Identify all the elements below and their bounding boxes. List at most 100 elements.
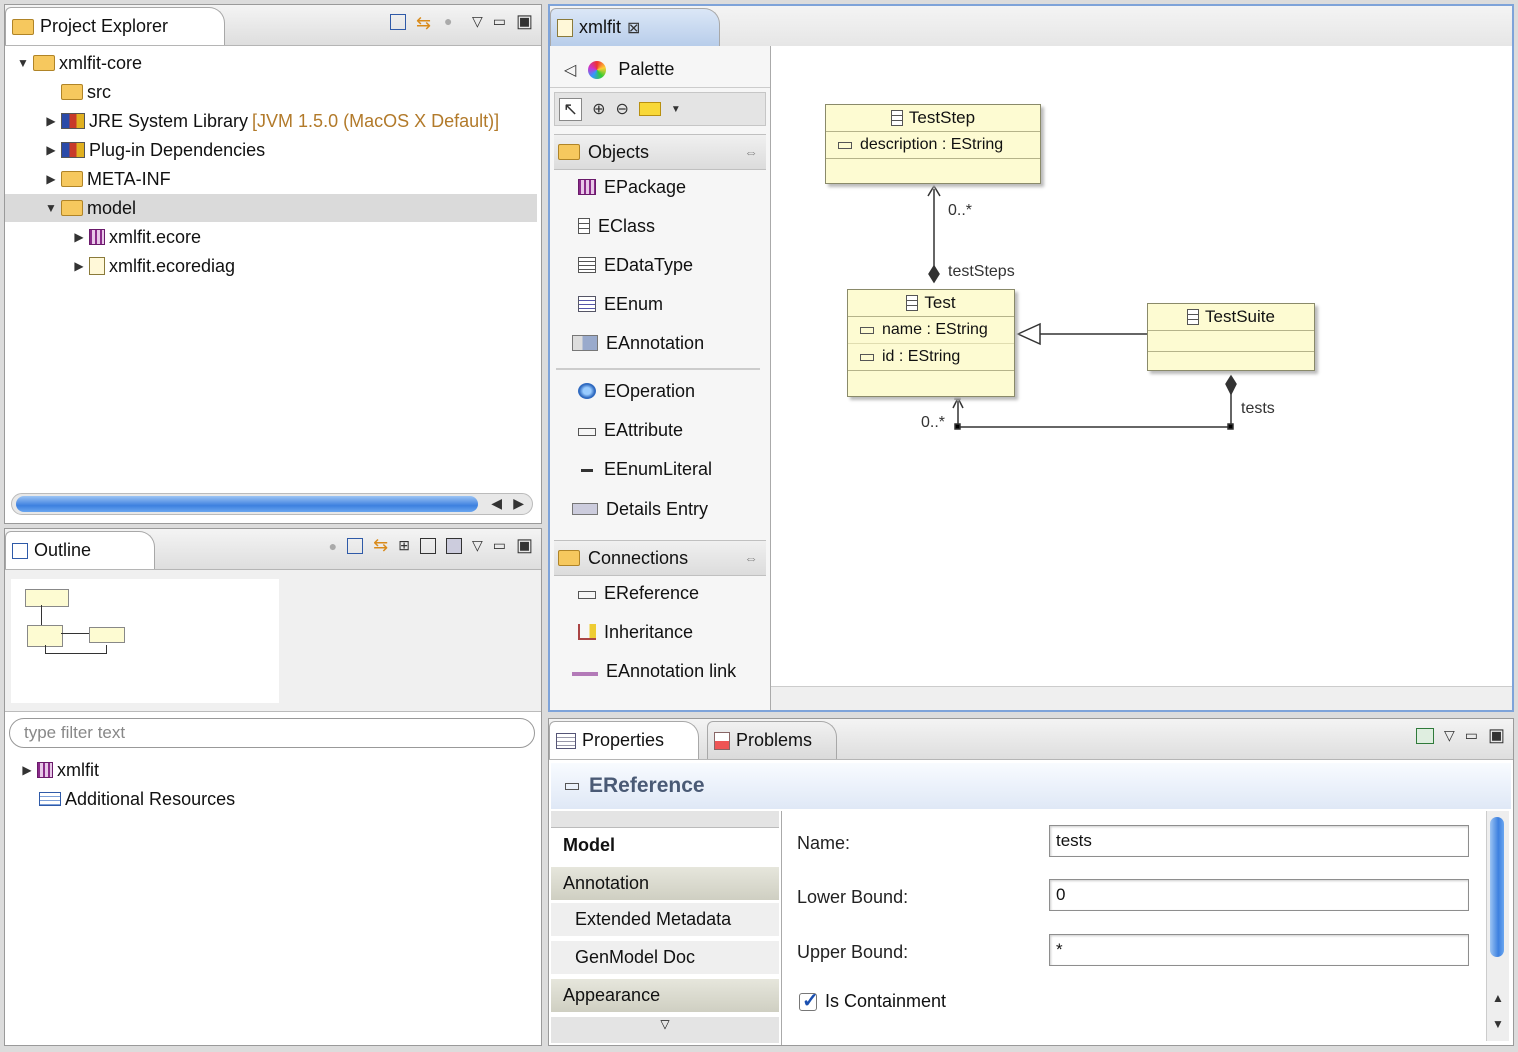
link-editor-icon[interactable]: ⇆: [373, 535, 388, 556]
side-tab-annotation[interactable]: Annotation: [551, 867, 779, 901]
collapse-all-icon[interactable]: [347, 537, 364, 554]
drawer-connections[interactable]: Connections ⇔: [554, 540, 766, 576]
class-testsuite[interactable]: TestSuite: [1147, 303, 1315, 371]
side-tab-extended-metadata[interactable]: Extended Metadata: [551, 903, 779, 937]
palette-item-eannotation-link[interactable]: EAnnotation link: [572, 656, 736, 686]
diagram-canvas[interactable]: TestStep description : EString Test name…: [771, 46, 1512, 686]
overview-icon[interactable]: [419, 537, 436, 554]
filter-icon[interactable]: ●: [444, 13, 462, 31]
minimize-icon[interactable]: ▭: [493, 537, 506, 554]
drawer-folder-icon: [558, 144, 580, 160]
package-icon: [37, 762, 53, 778]
tab-xmlfit[interactable]: xmlfit ⊠: [550, 8, 720, 46]
expand-arrow-icon[interactable]: ▶: [45, 114, 57, 128]
drawer-pin-icon[interactable]: ⇔: [744, 550, 758, 566]
tree-row-model[interactable]: ▼ model: [45, 194, 136, 222]
tree-view-icon[interactable]: ⊞: [398, 537, 410, 554]
scroll-left-icon[interactable]: ◀: [491, 495, 502, 512]
dropdown-arrow-icon[interactable]: ▼: [671, 104, 681, 115]
scroll-right-icon[interactable]: ▶: [513, 495, 524, 512]
collapse-all-icon[interactable]: [389, 13, 406, 30]
tree-row-meta-inf[interactable]: ▶ META-INF: [45, 165, 170, 193]
zoom-in-icon[interactable]: ⊕: [592, 99, 605, 119]
link-editor-icon[interactable]: ⇆: [416, 13, 434, 33]
collapse-palette-icon[interactable]: ◁: [564, 60, 576, 80]
class-teststep[interactable]: TestStep description : EString: [825, 104, 1041, 184]
palette-header[interactable]: ◁ Palette: [550, 52, 770, 88]
filter-icon[interactable]: ●: [329, 538, 337, 554]
expand-arrow-icon[interactable]: ▼: [17, 56, 29, 70]
horizontal-scrollbar[interactable]: ◀ ▶: [11, 493, 533, 515]
expand-arrow-icon[interactable]: ▶: [21, 763, 33, 777]
view-menu-icon[interactable]: ▽: [472, 537, 483, 554]
palette-item-details-entry[interactable]: Details Entry: [572, 494, 708, 524]
minimize-icon[interactable]: ▭: [493, 13, 506, 30]
palette-item-inheritance[interactable]: Inheritance: [578, 617, 693, 647]
outline-thumbnail[interactable]: [11, 579, 279, 703]
drawer-objects[interactable]: Objects ⇔: [554, 134, 766, 170]
side-tab-appearance[interactable]: Appearance: [551, 979, 779, 1013]
drawer-pin-icon[interactable]: ⇔: [744, 144, 758, 160]
attribute-row[interactable]: id : EString: [848, 344, 1014, 371]
scroll-down-icon[interactable]: ▼: [1492, 1017, 1504, 1031]
class-test[interactable]: Test name : EString id : EString: [847, 289, 1015, 397]
palette-item-eenumliteral[interactable]: EEnumLiteral: [578, 454, 712, 484]
close-icon[interactable]: ⊠: [627, 18, 640, 38]
zoom-out-icon[interactable]: ⊖: [616, 99, 629, 119]
expand-arrow-icon[interactable]: ▶: [45, 143, 57, 157]
expand-arrow-icon[interactable]: ▶: [73, 259, 85, 273]
palette-item-eenum[interactable]: EEnum: [578, 289, 663, 319]
pin-icon[interactable]: [1415, 727, 1434, 744]
note-tool-icon[interactable]: [638, 102, 661, 116]
tree-row-xmlfit-ecorediag[interactable]: ▶ xmlfit.ecorediag: [73, 252, 235, 280]
show-tree-icon[interactable]: [445, 537, 462, 554]
maximize-icon[interactable]: ▣: [1488, 725, 1505, 746]
outline-row-xmlfit[interactable]: ▶ xmlfit: [21, 756, 99, 784]
tree-row-jre[interactable]: ▶ JRE System Library [JVM 1.5.0 (MacOS X…: [45, 107, 499, 135]
maximize-icon[interactable]: ▣: [516, 11, 533, 32]
tree-label: xmlfit: [57, 759, 99, 780]
side-tab-model[interactable]: Model: [551, 829, 779, 863]
maximize-icon[interactable]: ▣: [516, 535, 533, 556]
palette-item-eclass[interactable]: EClass: [578, 211, 655, 241]
vscroll-thumb[interactable]: [1490, 817, 1504, 957]
tree-row-xmlfit-ecore[interactable]: ▶ xmlfit.ecore: [73, 223, 201, 251]
palette-item-edatatype[interactable]: EDataType: [578, 250, 693, 280]
lower-bound-field[interactable]: 0: [1049, 879, 1469, 911]
minimize-icon[interactable]: ▭: [1465, 727, 1478, 744]
palette-item-eattribute[interactable]: EAttribute: [578, 415, 683, 445]
expand-arrow-icon[interactable]: ▼: [45, 201, 57, 215]
attribute-row[interactable]: description : EString: [826, 132, 1040, 159]
canvas-hscroll[interactable]: [771, 686, 1512, 710]
view-menu-icon[interactable]: ▽: [1444, 727, 1455, 744]
properties-vscroll[interactable]: ▲ ▼: [1486, 811, 1509, 1041]
attribute-row[interactable]: name : EString: [848, 317, 1014, 344]
side-tabs-more[interactable]: ▽: [551, 1017, 779, 1043]
checkbox-box[interactable]: ✓: [799, 990, 819, 1012]
view-menu-icon[interactable]: ▽: [472, 13, 483, 30]
upper-bound-field[interactable]: *: [1049, 934, 1469, 966]
outline-row-additional-resources[interactable]: Additional Resources: [39, 785, 235, 813]
tab-problems[interactable]: Problems: [707, 721, 837, 759]
filter-input[interactable]: type filter text: [9, 718, 535, 748]
scroll-up-icon[interactable]: ▲: [1492, 991, 1504, 1005]
palette-item-epackage[interactable]: EPackage: [578, 172, 686, 202]
inheritance-link[interactable]: [1016, 322, 1147, 346]
palette-item-eannotation[interactable]: EAnnotation: [572, 328, 704, 358]
is-containment-checkbox[interactable]: ✓ Is Containment: [799, 990, 946, 1012]
tree-row-plugin-dependencies[interactable]: ▶ Plug-in Dependencies: [45, 136, 265, 164]
palette-item-ereference[interactable]: EReference: [578, 578, 699, 608]
tab-properties[interactable]: Properties: [549, 721, 699, 759]
tab-project-explorer[interactable]: Project Explorer: [5, 7, 225, 45]
expand-arrow-icon[interactable]: ▶: [45, 172, 57, 186]
side-tab-genmodel-doc[interactable]: GenModel Doc: [551, 941, 779, 975]
tab-outline[interactable]: Outline: [5, 531, 155, 569]
tree-row-xmlfit-core[interactable]: ▼ xmlfit-core: [17, 49, 142, 77]
palette-item-eoperation[interactable]: EOperation: [578, 376, 695, 406]
select-tool-icon[interactable]: ↖: [559, 97, 583, 121]
expand-arrow-icon[interactable]: ▶: [73, 230, 85, 244]
teststeps-reference[interactable]: [927, 184, 941, 284]
scrollbar-thumb[interactable]: [16, 496, 478, 512]
name-field[interactable]: tests: [1049, 825, 1469, 857]
tree-row-src[interactable]: src: [61, 78, 111, 106]
